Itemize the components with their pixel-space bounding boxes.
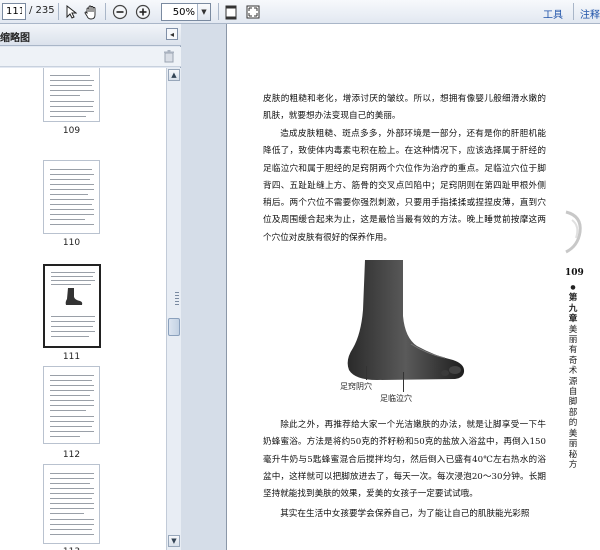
chapter-label: 第九章: [568, 293, 578, 325]
caption-zu-qiao-yin: 足窍阴穴: [340, 382, 372, 391]
toolbar-separator: [58, 3, 59, 20]
cursor-icon: [66, 5, 77, 19]
thumbnail-label: 110: [62, 238, 81, 248]
toolbar-separator: [105, 3, 106, 20]
paragraph-3: 除此之外，再推荐给大家一个光洁嫩肤的办法，就是让脚享受一下牛奶蜂蜜浴。方法是将约…: [263, 420, 546, 500]
chapter-side-title: ● 第九章 美丽有奇术 源自脚部的美丽秘方: [568, 284, 578, 470]
fit-page-button[interactable]: [222, 3, 240, 21]
trash-icon[interactable]: [164, 50, 174, 63]
page-thumbnail-113[interactable]: [43, 464, 100, 544]
minus-circle-icon: [112, 4, 128, 20]
page-thumbnail-111[interactable]: [43, 264, 101, 348]
toolbar-separator: [573, 3, 574, 20]
fit-page-icon: [225, 5, 237, 19]
caption-leader-line: [403, 372, 404, 392]
close-panel-button[interactable]: ◂: [166, 28, 178, 40]
splitter-grip-icon[interactable]: [175, 292, 179, 306]
foot-thumbnail-image: [65, 288, 83, 305]
thumbnail-panel-header: 缩略图 ◂: [0, 24, 181, 46]
chapter-subtitle: 美丽有奇术 源自脚部的美丽秘方: [568, 324, 578, 470]
scroll-down-icon[interactable]: ▼: [168, 535, 180, 547]
toolbar: / 235 ▼ 工具 注释: [0, 0, 600, 24]
page-thumbnail-109[interactable]: [43, 68, 100, 122]
scroll-up-icon[interactable]: ▲: [168, 69, 180, 81]
zoom-in-button[interactable]: [134, 3, 152, 21]
thumbnail-list[interactable]: 109 110 111 112: [0, 68, 166, 550]
plus-circle-icon: [135, 4, 151, 20]
comment-menu[interactable]: 注释: [580, 6, 600, 21]
tools-menu[interactable]: 工具: [543, 6, 563, 21]
paragraph-2: 造成皮肤粗糙、斑点多多，外部环境是一部分，还有是你的肝胆机能降低了，致使体内毒素…: [263, 129, 546, 243]
zoom-out-button[interactable]: [111, 3, 129, 21]
thumbnail-label: 111: [62, 352, 81, 362]
hand-tool-button[interactable]: [82, 3, 100, 21]
toolbar-separator: [218, 3, 219, 20]
document-view[interactable]: 皮肤的粗糙和老化，增添讨厌的皱纹。所以，想拥有像婴儿般细滑水嫩的肌肤，就要想办法…: [226, 24, 600, 550]
page-thumbnail-110[interactable]: [43, 160, 100, 234]
foot-illustration: [347, 260, 465, 380]
fit-width-button[interactable]: [244, 3, 262, 21]
select-tool-button[interactable]: [62, 3, 80, 21]
page-thumbnail-112[interactable]: [43, 366, 100, 444]
thumbnail-label: 109: [62, 126, 81, 136]
zoom-select[interactable]: ▼: [161, 3, 211, 21]
chevron-down-icon[interactable]: ▼: [197, 4, 210, 20]
caption-leader-line: [366, 366, 367, 380]
panel-splitter[interactable]: [181, 24, 226, 550]
thumbnail-label: 112: [62, 450, 81, 460]
paragraph-1: 皮肤的粗糙和老化，增添讨厌的皱纹。所以，想拥有像婴儿般细滑水嫩的肌肤，就要想办法…: [263, 94, 546, 122]
thumbnail-options-bar: [0, 47, 181, 67]
swirl-ornament-icon: [565, 210, 582, 254]
thumbnail-panel: 缩略图 ◂ 109 110 111 112 ▲ ▼: [0, 24, 181, 550]
paragraph-4: 其实在生活中女孩要学会保养自己，为了能让自己的肌肤能光彩照: [280, 509, 530, 519]
fit-width-icon: [246, 5, 260, 19]
hand-icon: [84, 5, 96, 19]
page-number-input[interactable]: [2, 3, 26, 20]
zoom-input[interactable]: [162, 4, 198, 20]
caption-zu-lin-qi: 足临泣穴: [380, 394, 412, 403]
page-total-label: / 235: [29, 5, 55, 16]
page-number: 109: [565, 268, 584, 278]
thumbnail-scrollbar[interactable]: ▲ ▼: [166, 68, 181, 550]
scrollbar-thumb[interactable]: [168, 318, 180, 336]
panel-title: 缩略图: [0, 33, 30, 44]
